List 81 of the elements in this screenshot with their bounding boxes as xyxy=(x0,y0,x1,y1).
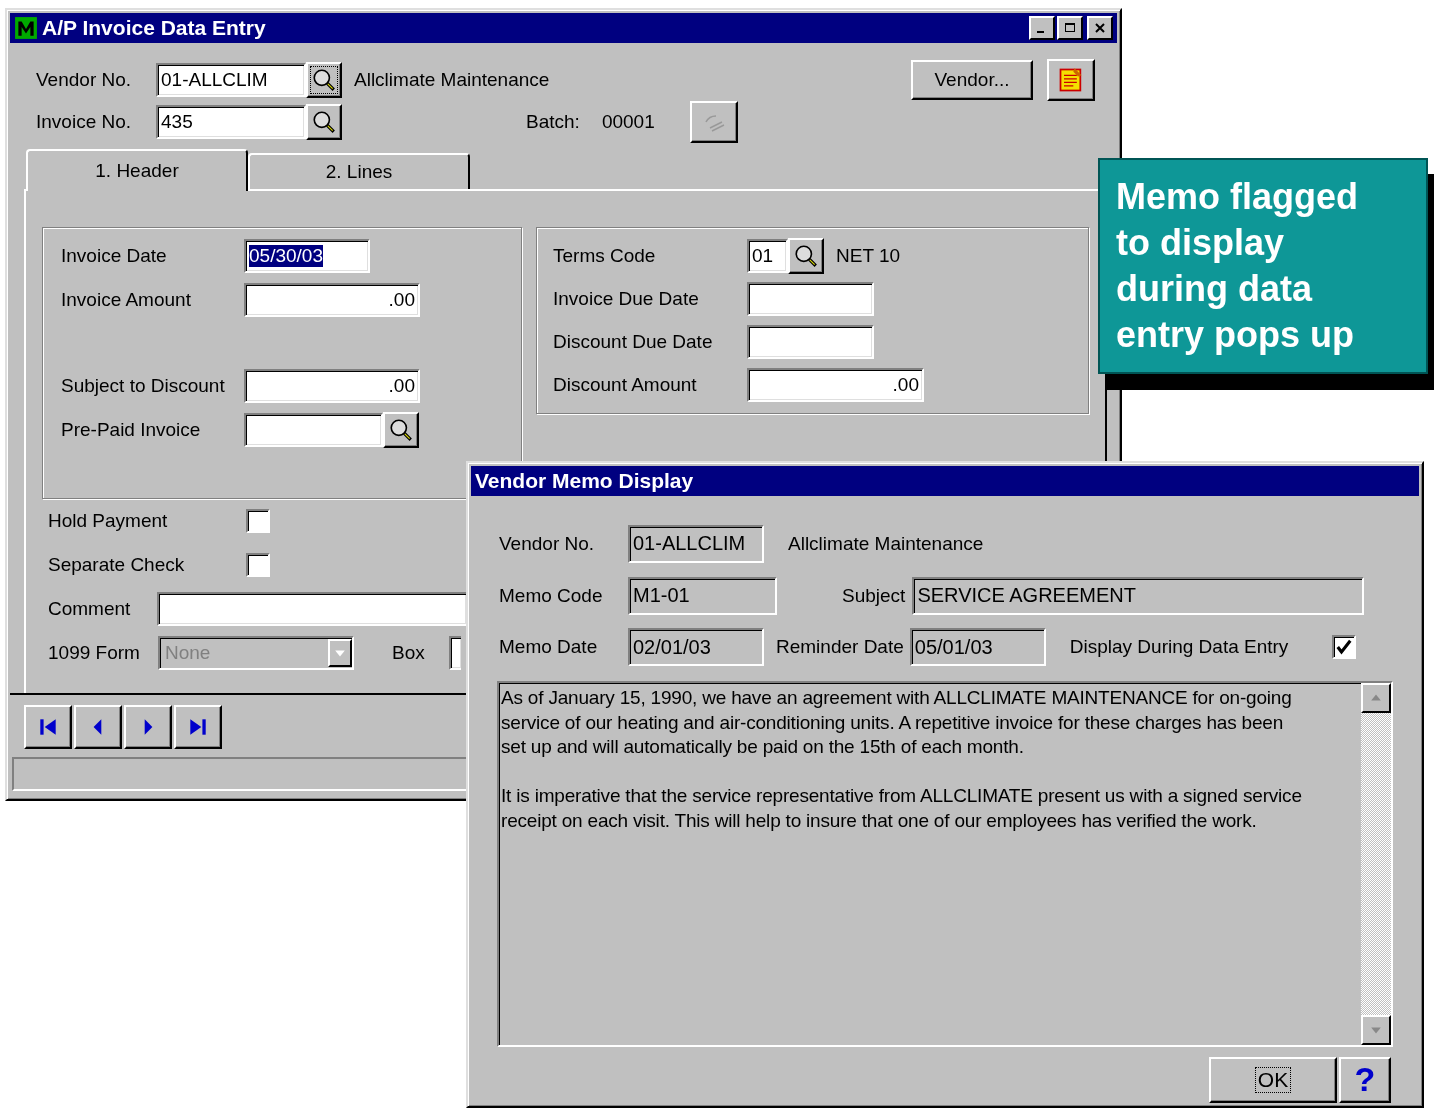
lookup-button[interactable] xyxy=(788,237,824,274)
checkbox[interactable] xyxy=(246,509,270,533)
maximize-icon xyxy=(1064,22,1076,34)
amount-field[interactable]: .00 xyxy=(244,369,420,403)
search-icon xyxy=(388,417,414,443)
window-title: Vendor Memo Display xyxy=(475,469,694,493)
memo-text-area[interactable] xyxy=(497,681,1393,1047)
next-record-button[interactable] xyxy=(124,705,172,749)
vendor-button[interactable]: Vendor... xyxy=(911,60,1033,100)
close-button[interactable] xyxy=(1087,16,1113,40)
ok-button[interactable]: OK xyxy=(1209,1057,1337,1103)
checkbox[interactable] xyxy=(1331,635,1356,660)
vendor-name: Allclimate Maintenance xyxy=(354,69,550,91)
field-label: 1099 Form xyxy=(48,642,141,664)
last-icon xyxy=(187,716,209,738)
checkbox-label: Separate Check xyxy=(48,554,186,576)
terms-code-field[interactable]: 01 xyxy=(747,238,788,273)
invoice-field[interactable] xyxy=(244,413,383,447)
vendor-number-field: 01-ALLCLIM xyxy=(628,524,764,563)
memo-code-field: M1-01 xyxy=(628,576,777,615)
date-field: 05/01/03 xyxy=(909,628,1046,667)
field-label: Vendor No. xyxy=(36,69,133,91)
batch-label: Batch: xyxy=(526,111,580,133)
field-label: Subject xyxy=(842,584,906,607)
date-field[interactable]: 05/30/03 xyxy=(244,239,370,273)
field-label: Memo Date xyxy=(499,636,599,659)
search-icon xyxy=(311,109,337,135)
checkbox[interactable] xyxy=(246,553,270,577)
previous-record-button[interactable] xyxy=(74,705,122,749)
checkbox-label: Display During Data Entry xyxy=(1069,636,1290,659)
subject-field: SERVICE AGREEMENT xyxy=(912,576,1365,615)
terms-description: NET 10 xyxy=(836,244,901,267)
field-label: Discount Amount xyxy=(553,373,698,396)
memo-paragraph: As of January 15, 1990, we have an agreement with ALLCLIMATE MAINTENANCE for on-going service of our heating and air-conditioning units. A repetitive invoice for these charges has been set up and will automatically be paid on the 15th of each month. xyxy=(501,686,1293,760)
lookup-button[interactable] xyxy=(306,104,342,140)
field-label: Box xyxy=(392,642,425,664)
window-title: A/P Invoice Data Entry xyxy=(42,16,266,40)
field-label: Terms Code xyxy=(553,244,657,267)
vendor-name: Allclimate Maintenance xyxy=(788,532,984,555)
date-field[interactable] xyxy=(747,281,874,316)
tab[interactable]: 2. Lines xyxy=(248,153,470,189)
field-label: Comment xyxy=(48,598,132,620)
field-label: Vendor No. xyxy=(499,532,596,555)
first-icon xyxy=(37,716,59,738)
scroll-bar[interactable] xyxy=(1361,683,1391,1045)
field-label: Pre-Paid Invoice xyxy=(61,419,202,441)
comment-field[interactable] xyxy=(157,592,466,626)
date-field[interactable] xyxy=(747,324,874,359)
amount-field[interactable]: .00 xyxy=(747,367,924,402)
tab[interactable]: 1. Header xyxy=(26,149,248,191)
maximize-button[interactable] xyxy=(1057,16,1083,40)
field-label: Invoice No. xyxy=(36,111,133,133)
lookup-button[interactable] xyxy=(383,412,419,448)
field-label: Subject to Discount xyxy=(61,375,226,397)
search-icon xyxy=(311,67,337,93)
field-label: Invoice Due Date xyxy=(553,287,700,310)
field-label: Invoice Amount xyxy=(61,289,192,311)
minimize-button[interactable] xyxy=(1029,16,1055,40)
help-button[interactable]: ? xyxy=(1339,1057,1391,1103)
memo-button[interactable] xyxy=(1047,59,1095,101)
invoice-number-field[interactable]: 435 xyxy=(156,105,306,139)
batch-number: 00001 xyxy=(601,111,655,133)
memo-paragraph: It is imperative that the service representative from ALLCLIMATE present us with a signed service receipt on each visit. This will help to insure that one of our employees has verified the work. xyxy=(501,784,1303,833)
batch-button[interactable] xyxy=(689,101,738,143)
close-icon xyxy=(1094,22,1106,34)
app-icon xyxy=(14,16,38,40)
callout-text: Memo flagged to display during data entry pops up xyxy=(1116,175,1359,357)
checkbox-label: Hold Payment xyxy=(48,510,169,532)
amount-field[interactable]: .00 xyxy=(244,283,420,317)
date-field: 02/01/03 xyxy=(628,628,764,667)
field-label: Reminder Date xyxy=(776,636,904,659)
vendor-number-field[interactable]: 01-ALLCLIM xyxy=(156,63,306,97)
minimize-icon xyxy=(1037,31,1044,33)
field-label: Discount Due Date xyxy=(553,330,714,353)
field-label: Memo Code xyxy=(499,584,604,607)
box-field[interactable] xyxy=(448,636,461,670)
search-icon xyxy=(793,242,819,269)
last-record-button[interactable] xyxy=(174,705,222,749)
field-label: Invoice Date xyxy=(61,245,168,267)
first-record-button[interactable] xyxy=(24,705,72,749)
lookup-button[interactable] xyxy=(306,62,342,98)
